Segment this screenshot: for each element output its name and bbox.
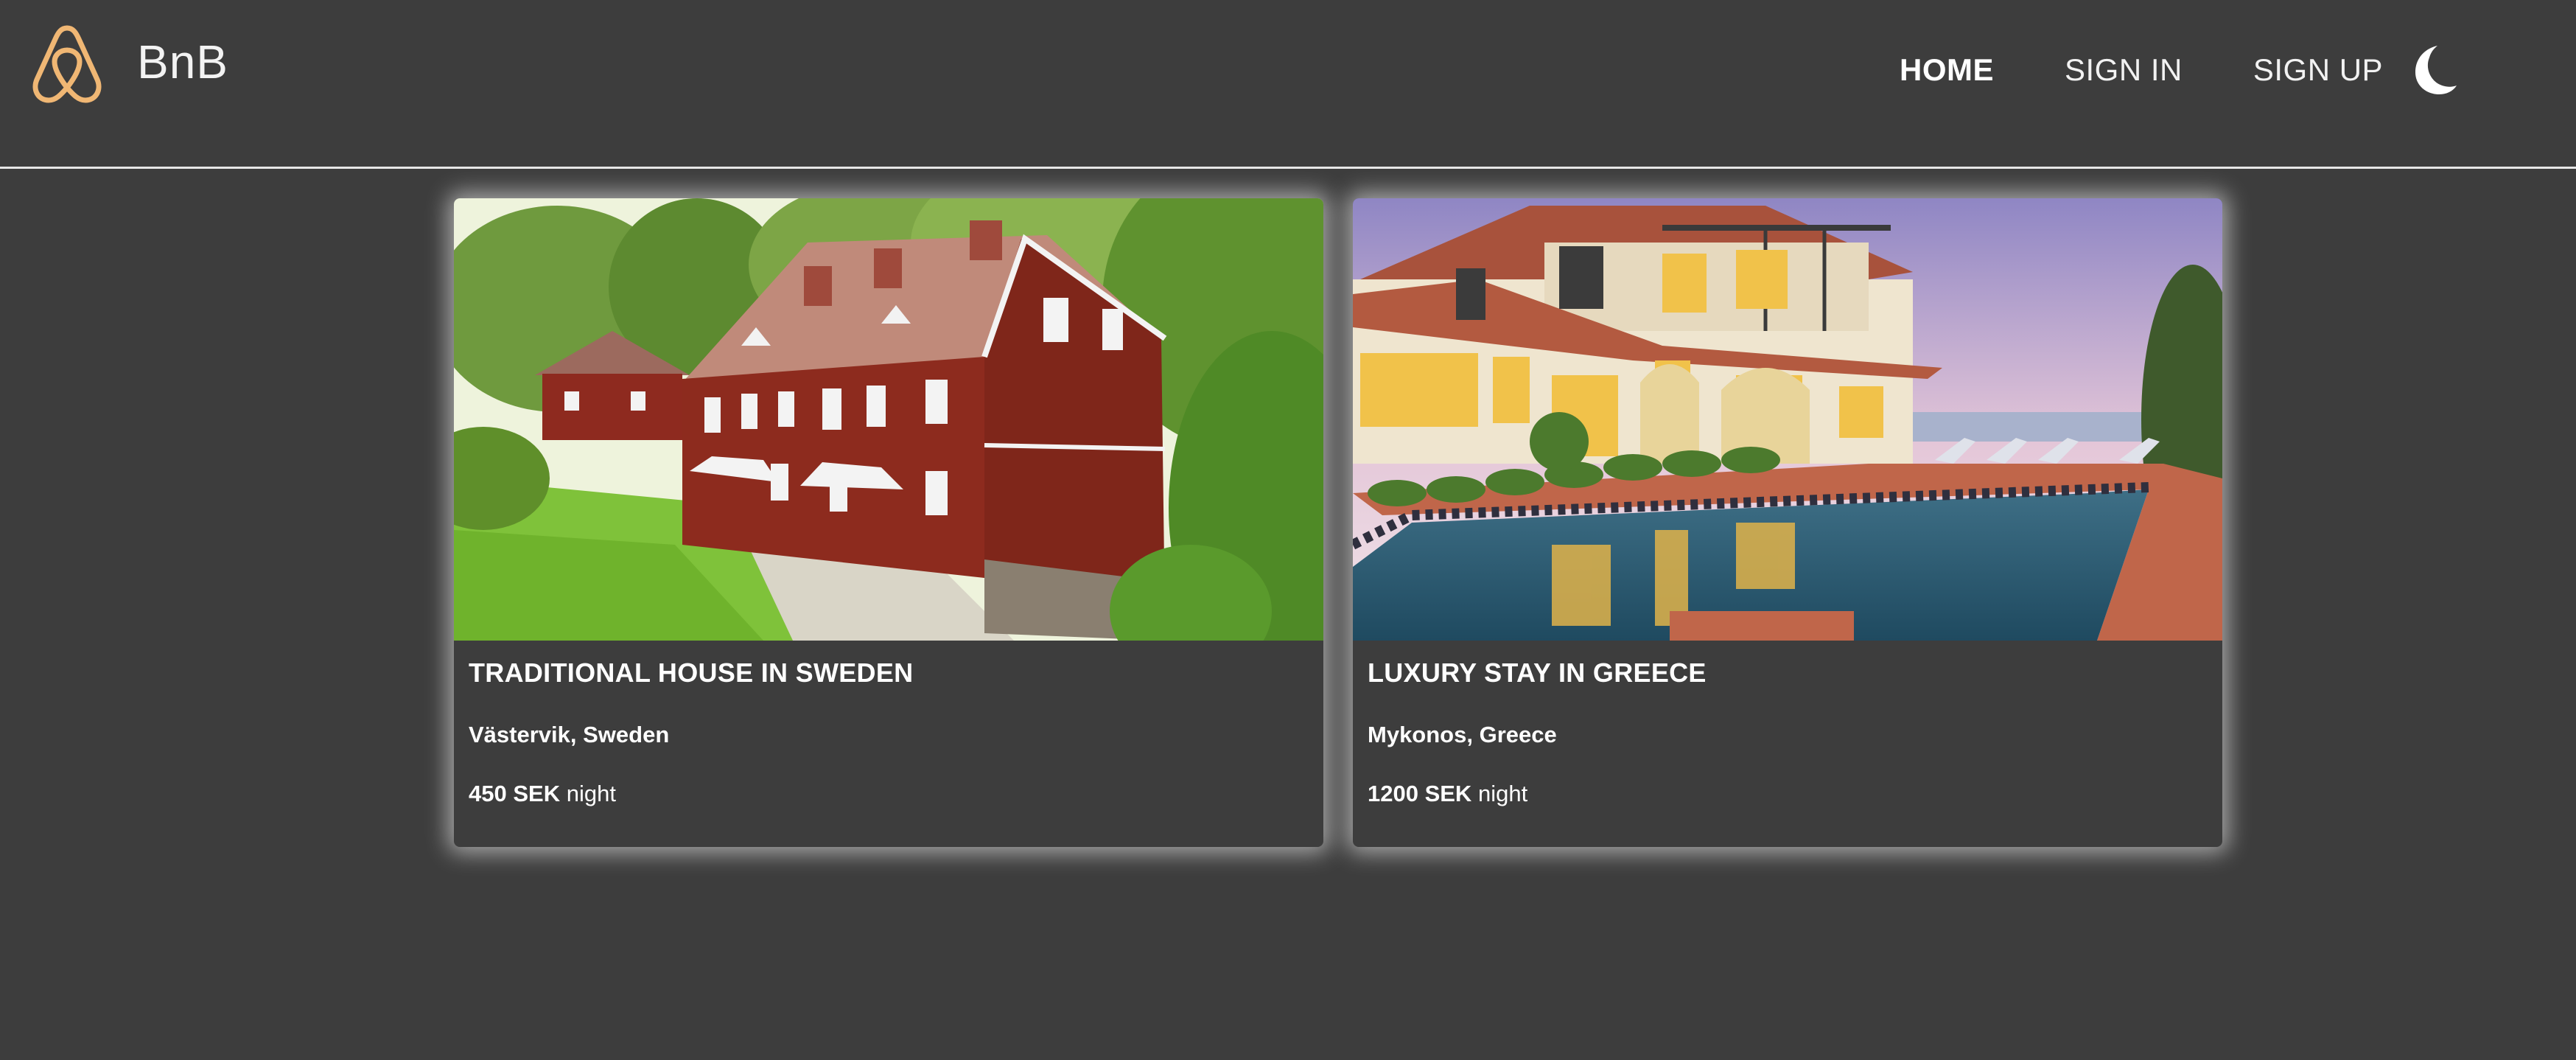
listings-grid: TRADITIONAL HOUSE IN SWEDEN Västervik, S… [454, 198, 2222, 847]
nav-sign-in-link[interactable]: SIGN IN [2065, 46, 2183, 94]
swedish-house-photo [454, 198, 1323, 641]
navbar: BnB HOME SIGN IN SIGN UP [0, 0, 2576, 169]
listing-card[interactable]: LUXURY STAY IN GREECE Mykonos, Greece 12… [1353, 198, 2222, 847]
nav-home-link[interactable]: HOME [1900, 46, 1994, 94]
listing-card[interactable]: TRADITIONAL HOUSE IN SWEDEN Västervik, S… [454, 198, 1323, 847]
listing-title[interactable]: TRADITIONAL HOUSE IN SWEDEN [469, 655, 1309, 691]
listing-price-unit: night [1477, 781, 1528, 806]
brand-home-link[interactable]: BnB [27, 18, 228, 106]
greek-villa-photo [1353, 198, 2222, 641]
listing-price-unit: night [566, 781, 616, 806]
listing-title[interactable]: LUXURY STAY IN GREECE [1368, 655, 2208, 691]
listing-price-amount: 450 SEK [469, 781, 561, 806]
theme-toggle-button[interactable] [2408, 43, 2460, 97]
page: BnB HOME SIGN IN SIGN UP TRADITIONAL HOU… [0, 0, 2576, 1060]
listing-location: Mykonos, Greece [1368, 722, 1557, 747]
main-nav: HOME SIGN IN SIGN UP [1900, 46, 2454, 94]
listing-details: LUXURY STAY IN GREECE Mykonos, Greece 12… [1353, 641, 2222, 810]
airbnb-logo-icon [32, 25, 102, 103]
listing-price-amount: 1200 SEK [1368, 781, 1472, 806]
listing-image[interactable] [454, 198, 1323, 641]
nav-sign-up-link[interactable]: SIGN UP [2253, 46, 2383, 94]
brand-name: BnB [137, 35, 228, 88]
moon-icon [2415, 46, 2457, 94]
listing-image[interactable] [1353, 198, 2222, 641]
listing-price: 450 SEK night [469, 778, 1309, 810]
listing-details: TRADITIONAL HOUSE IN SWEDEN Västervik, S… [454, 641, 1323, 810]
listing-location: Västervik, Sweden [469, 722, 670, 747]
listing-price: 1200 SEK night [1368, 778, 2208, 810]
